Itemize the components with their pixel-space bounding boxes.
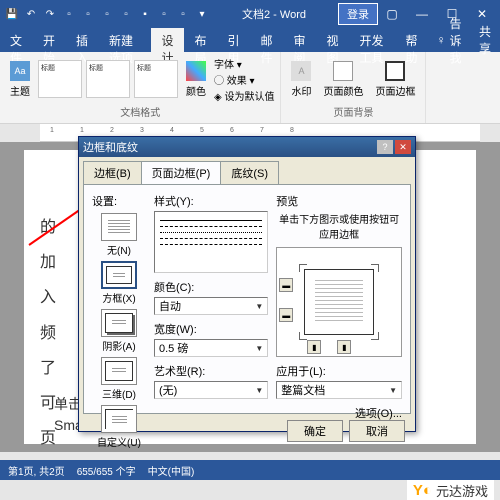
- dialog-tabs: 边框(B) 页面边框(P) 底纹(S): [79, 157, 415, 184]
- applyto-label: 应用于(L):: [276, 363, 402, 379]
- qat-icon[interactable]: ▫: [80, 6, 96, 22]
- tab-dev[interactable]: 开发工具: [349, 28, 395, 52]
- tab-mail[interactable]: 邮件: [250, 28, 283, 52]
- tab-border[interactable]: 边框(B): [83, 161, 142, 184]
- art-select[interactable]: (无)▼: [154, 381, 268, 399]
- qat-icon[interactable]: ▫: [99, 6, 115, 22]
- theme-thumb[interactable]: 标题: [38, 60, 82, 98]
- tab-review[interactable]: 审阅: [283, 28, 316, 52]
- window-title: 文档2 - Word: [210, 6, 338, 22]
- pagecolor-button[interactable]: 页面颜色: [319, 59, 367, 100]
- setting-3d[interactable]: 三维(D): [92, 357, 146, 401]
- applyto-select[interactable]: 整篇文档▼: [276, 381, 402, 399]
- settings-label: 设置:: [92, 193, 146, 209]
- qat-icon[interactable]: ▪: [137, 6, 153, 22]
- theme-thumb[interactable]: 标题: [134, 60, 178, 98]
- save-icon[interactable]: 💾: [4, 6, 20, 22]
- ribbon-tabs: 文件 开始 插入 新建选项卡 设计 布局 引用 邮件 审阅 视图 开发工具 帮助…: [0, 28, 500, 52]
- setting-custom[interactable]: 自定义(U): [92, 405, 146, 449]
- watermark-button[interactable]: A 水印: [287, 59, 315, 100]
- tellme[interactable]: ♀告诉我: [428, 28, 471, 52]
- tab-design[interactable]: 设计: [151, 28, 184, 52]
- edge-right-button[interactable]: ▮: [337, 340, 351, 354]
- edge-left-button[interactable]: ▮: [307, 340, 321, 354]
- cancel-button[interactable]: 取消: [349, 420, 405, 442]
- help-icon[interactable]: ?: [377, 140, 393, 154]
- color-label: 颜色(C):: [154, 279, 268, 295]
- pagecolor-icon: [333, 61, 353, 81]
- width-label: 宽度(W):: [154, 321, 268, 337]
- chevron-down-icon: ▼: [255, 344, 263, 353]
- share-button[interactable]: 共享: [471, 28, 500, 52]
- chevron-down-icon: ▼: [255, 386, 263, 395]
- preview-hint: 单击下方图示或使用按钮可应用边框: [276, 211, 402, 241]
- group-label: 页面背景: [287, 104, 419, 121]
- pageborder-icon: [385, 61, 405, 81]
- ok-button[interactable]: 确定: [287, 420, 343, 442]
- qat-dropdown-icon[interactable]: ▾: [194, 6, 210, 22]
- login-button[interactable]: 登录: [338, 3, 378, 25]
- title-bar: 💾 ↶ ↷ ▫ ▫ ▫ ▫ ▪ ▫ ▫ ▾ 文档2 - Word 登录 ▢ — …: [0, 0, 500, 28]
- page-count[interactable]: 第1页, 共2页: [8, 463, 65, 478]
- tab-pageborder[interactable]: 页面边框(P): [141, 161, 222, 184]
- tab-view[interactable]: 视图: [316, 28, 349, 52]
- quick-access-toolbar: 💾 ↶ ↷ ▫ ▫ ▫ ▫ ▪ ▫ ▫ ▾: [4, 6, 210, 22]
- tab-file[interactable]: 文件: [0, 28, 33, 52]
- qat-icon[interactable]: ▫: [61, 6, 77, 22]
- preview-label: 预览: [276, 193, 402, 209]
- word-count[interactable]: 655/655 个字: [77, 463, 136, 478]
- undo-icon[interactable]: ↶: [23, 6, 39, 22]
- watermark-logo: Y◐: [413, 482, 432, 499]
- tab-shading[interactable]: 底纹(S): [220, 161, 279, 184]
- colors-button[interactable]: 颜色: [182, 59, 210, 100]
- chevron-down-icon: ▼: [255, 302, 263, 311]
- watermark: Y◐ 元达游戏: [407, 480, 494, 500]
- tab-help[interactable]: 帮助: [395, 28, 428, 52]
- edge-top-button[interactable]: ▬: [279, 278, 293, 292]
- art-label: 艺术型(R):: [154, 363, 268, 379]
- close-icon[interactable]: ✕: [395, 140, 411, 154]
- edge-bottom-button[interactable]: ▬: [279, 308, 293, 322]
- pageborder-button[interactable]: 页面边框: [371, 59, 419, 100]
- tab-newtab[interactable]: 新建选项卡: [99, 28, 151, 52]
- language[interactable]: 中文(中国): [148, 463, 195, 478]
- tab-start[interactable]: 开始: [33, 28, 66, 52]
- chevron-down-icon: ▼: [389, 386, 397, 395]
- effects-button[interactable]: ◯ 效果 ▾: [214, 72, 274, 87]
- dialog-titlebar[interactable]: 边框和底纹 ? ✕: [79, 137, 415, 157]
- themes-button[interactable]: Aa 主题: [6, 59, 34, 100]
- borders-shading-dialog: 边框和底纹 ? ✕ 边框(B) 页面边框(P) 底纹(S) 设置: 无(N) 方…: [78, 136, 416, 432]
- color-select[interactable]: 自动▼: [154, 297, 268, 315]
- style-listbox[interactable]: [154, 211, 268, 273]
- ribbon: Aa 主题 标题 标题 标题 颜色 字体 ▾ ◯ 效果 ▾ ◈ 设为默认值 文档…: [0, 52, 500, 124]
- minimize-icon[interactable]: —: [408, 0, 436, 28]
- redo-icon[interactable]: ↷: [42, 6, 58, 22]
- tab-insert[interactable]: 插入: [66, 28, 99, 52]
- options-button[interactable]: 选项(O)...: [276, 405, 402, 421]
- preview-box: ▬ ▬ ▮ ▮: [276, 247, 402, 357]
- colors-icon: [186, 61, 206, 81]
- qat-icon[interactable]: ▫: [156, 6, 172, 22]
- qat-icon[interactable]: ▫: [118, 6, 134, 22]
- ribbon-options-icon[interactable]: ▢: [378, 0, 406, 28]
- setting-box[interactable]: 方框(X): [92, 261, 146, 305]
- setting-none[interactable]: 无(N): [92, 213, 146, 257]
- fonts-button[interactable]: 字体 ▾: [214, 56, 274, 71]
- tab-layout[interactable]: 布局: [184, 28, 217, 52]
- status-bar: 第1页, 共2页 655/655 个字 中文(中国): [0, 460, 500, 480]
- setting-shadow[interactable]: 阴影(A): [92, 309, 146, 353]
- qat-icon[interactable]: ▫: [175, 6, 191, 22]
- style-label: 样式(Y):: [154, 193, 268, 209]
- theme-thumb[interactable]: 标题: [86, 60, 130, 98]
- page-text: 的 加 入 频 了 可 页 素: [40, 210, 56, 492]
- setdefault-button[interactable]: ◈ 设为默认值: [214, 88, 274, 103]
- tab-ref[interactable]: 引用: [217, 28, 250, 52]
- dialog-title: 边框和底纹: [83, 139, 377, 155]
- group-label: 文档格式: [6, 104, 274, 121]
- width-select[interactable]: 0.5 磅▼: [154, 339, 268, 357]
- watermark-icon: A: [291, 61, 311, 81]
- themes-icon: Aa: [10, 61, 30, 81]
